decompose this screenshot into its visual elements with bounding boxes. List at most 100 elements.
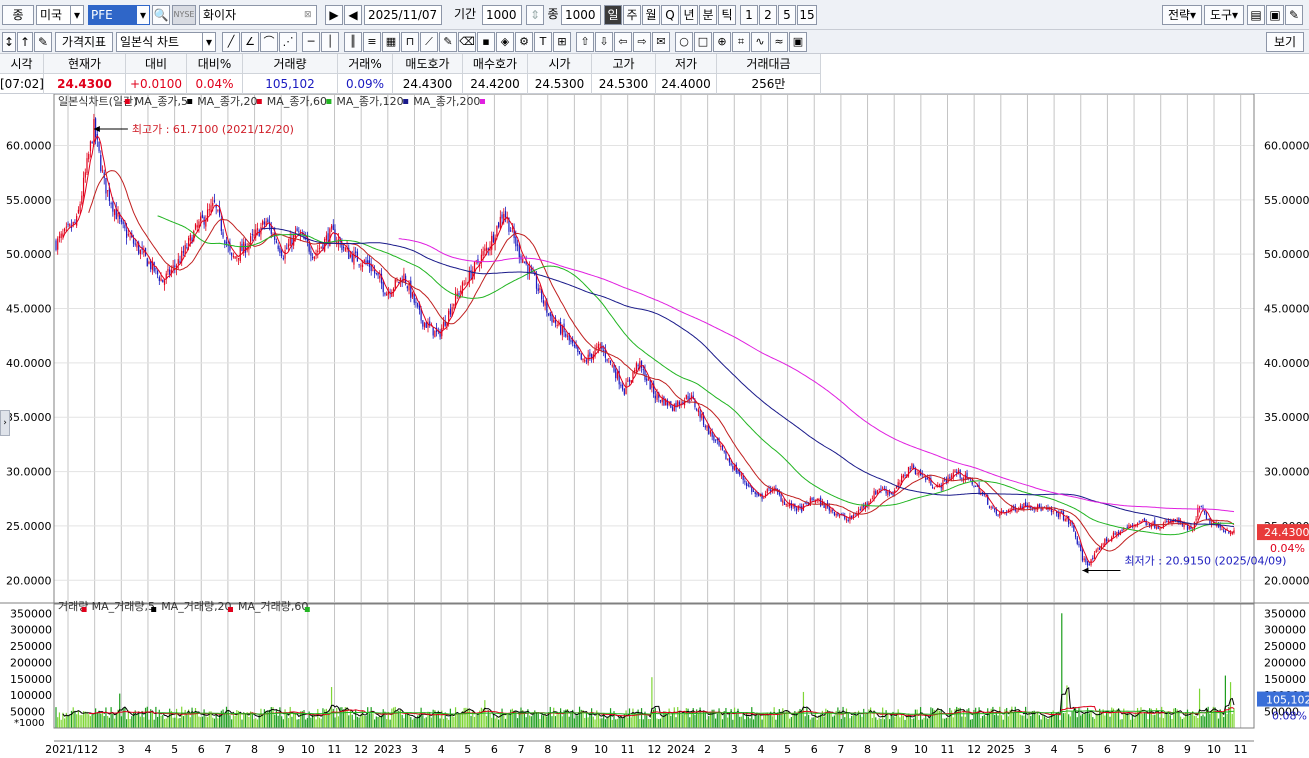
- arc-tool-icon[interactable]: ⌒: [260, 32, 278, 52]
- minute-1-button[interactable]: 1: [740, 5, 758, 25]
- text-tool-icon[interactable]: T: [534, 32, 552, 52]
- item-type-button[interactable]: 종: [2, 5, 34, 25]
- next-arrow-icon[interactable]: ▶: [325, 5, 343, 25]
- volume-bar: [60, 719, 62, 728]
- count-input[interactable]: 1000: [561, 5, 601, 25]
- ticker-input[interactable]: PFE ▾: [88, 5, 150, 25]
- chart-type-select[interactable]: 일본식 차트 ▾: [116, 32, 216, 52]
- prev-arrow-icon[interactable]: ◀: [344, 5, 362, 25]
- line-tool-icon[interactable]: ╱: [222, 32, 240, 52]
- settings-tool-icon[interactable]: ⚙: [515, 32, 533, 52]
- minute-15-button[interactable]: 15: [797, 5, 817, 25]
- wave-tool-icon[interactable]: ∿: [751, 32, 769, 52]
- volume-bar: [952, 717, 954, 728]
- volume-bar: [205, 716, 207, 728]
- wrench-icon[interactable]: ✎: [1285, 5, 1303, 25]
- period-month-button[interactable]: 월: [642, 5, 660, 25]
- candle-body: [975, 485, 977, 487]
- up-down-arrow-icon[interactable]: ↕: [2, 32, 16, 52]
- color-tool-icon[interactable]: ▪: [477, 32, 495, 52]
- quote-value-value: 256만: [717, 74, 821, 94]
- period-tool-icon[interactable]: ║: [344, 32, 362, 52]
- period-input[interactable]: 1000: [482, 5, 522, 25]
- period-tick-button[interactable]: 틱: [718, 5, 736, 25]
- vline-tool-icon[interactable]: │: [321, 32, 339, 52]
- hline-tool-icon[interactable]: ─: [302, 32, 320, 52]
- candle-body: [60, 233, 62, 238]
- search-icon[interactable]: 🔍: [152, 5, 170, 25]
- period-year-button[interactable]: 년: [680, 5, 698, 25]
- trend-tool-icon[interactable]: ⟋: [420, 32, 438, 52]
- market-select[interactable]: 미국 ▾: [36, 5, 84, 25]
- clear-icon[interactable]: ⊠: [304, 6, 316, 24]
- arrow-up-tool-icon[interactable]: ⇧: [576, 32, 594, 52]
- grid-tool-icon[interactable]: ≡: [363, 32, 381, 52]
- minute-2-button[interactable]: 2: [759, 5, 777, 25]
- candle-body: [182, 251, 185, 253]
- period-minute-button[interactable]: 분: [699, 5, 717, 25]
- volume-bar: [594, 719, 596, 728]
- edit-icon[interactable]: ✎: [34, 32, 52, 52]
- candle-body: [241, 243, 243, 252]
- eraser-tool-icon[interactable]: ⌫: [458, 32, 476, 52]
- exchange-badge: NYSE: [172, 5, 196, 25]
- price-chart[interactable]: 2021/11 2 3 4 5 6 7 8 9 10 11 12 2023 3 4 5 6 7 8 9 10 11 12 20…: [0, 94, 1309, 758]
- candle-body: [365, 260, 367, 263]
- left-collapse-handle[interactable]: ›: [0, 410, 10, 436]
- chart-tool-icon[interactable]: ▣: [789, 32, 807, 52]
- fill-tool-icon[interactable]: ◈: [496, 32, 514, 52]
- zoom-tool-icon[interactable]: ⊕: [713, 32, 731, 52]
- volume-bar: [539, 718, 541, 728]
- tools-button[interactable]: 도구▾: [1204, 5, 1244, 25]
- candle-body: [584, 359, 586, 362]
- arrow-down-tool-icon[interactable]: ⇩: [595, 32, 613, 52]
- volume-bar: [978, 707, 980, 728]
- volume-bar: [1080, 715, 1082, 728]
- rect-tool-icon[interactable]: □: [694, 32, 712, 52]
- arrow-left-tool-icon[interactable]: ⇦: [614, 32, 632, 52]
- box-tool-icon[interactable]: ⊞: [553, 32, 571, 52]
- marker-tool-icon[interactable]: ⌗: [732, 32, 750, 52]
- minute-5-button[interactable]: 5: [778, 5, 796, 25]
- volume-bar: [1023, 715, 1025, 728]
- note-tool-icon[interactable]: ✉: [652, 32, 670, 52]
- period-day-button[interactable]: 일: [604, 5, 622, 25]
- pen-tool-icon[interactable]: ✎: [439, 32, 457, 52]
- arrow-right-tool-icon[interactable]: ⇨: [633, 32, 651, 52]
- volume-bar: [282, 719, 284, 728]
- volume-bar: [708, 716, 710, 728]
- strategy-button[interactable]: 전략▾: [1162, 5, 1202, 25]
- candle-body: [1143, 518, 1146, 522]
- candle-body: [237, 257, 240, 260]
- folder-icon[interactable]: ▤: [1247, 5, 1265, 25]
- volume-bar: [759, 713, 761, 728]
- wave2-tool-icon[interactable]: ≈: [770, 32, 788, 52]
- period-week-button[interactable]: 주: [623, 5, 641, 25]
- indicator-button[interactable]: 가격지표: [55, 32, 113, 52]
- pointer-icon[interactable]: ↑: [17, 32, 33, 52]
- x-tick-label: 2025: [987, 743, 1015, 756]
- period-quarter-button[interactable]: Q: [661, 5, 679, 25]
- volume-bar: [120, 716, 123, 728]
- fan-tool-icon[interactable]: ⋰: [279, 32, 297, 52]
- candle-body: [918, 471, 920, 475]
- save-icon[interactable]: ▣: [1266, 5, 1284, 25]
- stock-name-field[interactable]: 화이자 ⊠: [199, 5, 317, 25]
- volume-bar: [260, 708, 262, 728]
- candle-body: [91, 142, 93, 144]
- candle-body: [795, 508, 798, 511]
- table-tool-icon[interactable]: ▦: [382, 32, 400, 52]
- price-tick-left: 55.0000: [6, 194, 52, 207]
- volume-bar: [739, 716, 741, 728]
- circle-tool-icon[interactable]: ○: [675, 32, 693, 52]
- x-tick-label: 11: [941, 743, 955, 756]
- cycle-tool-icon[interactable]: ⊓: [401, 32, 419, 52]
- volume-bar: [553, 707, 555, 728]
- price-tick-right: 35.0000: [1264, 411, 1309, 424]
- candle-body: [284, 250, 286, 259]
- candle-body: [580, 353, 582, 360]
- angle-tool-icon[interactable]: ∠: [241, 32, 259, 52]
- date-field[interactable]: 2025/11/07 ▾: [364, 5, 442, 25]
- view-button[interactable]: 보기: [1266, 32, 1304, 52]
- expand-icon[interactable]: ⇕: [526, 5, 544, 25]
